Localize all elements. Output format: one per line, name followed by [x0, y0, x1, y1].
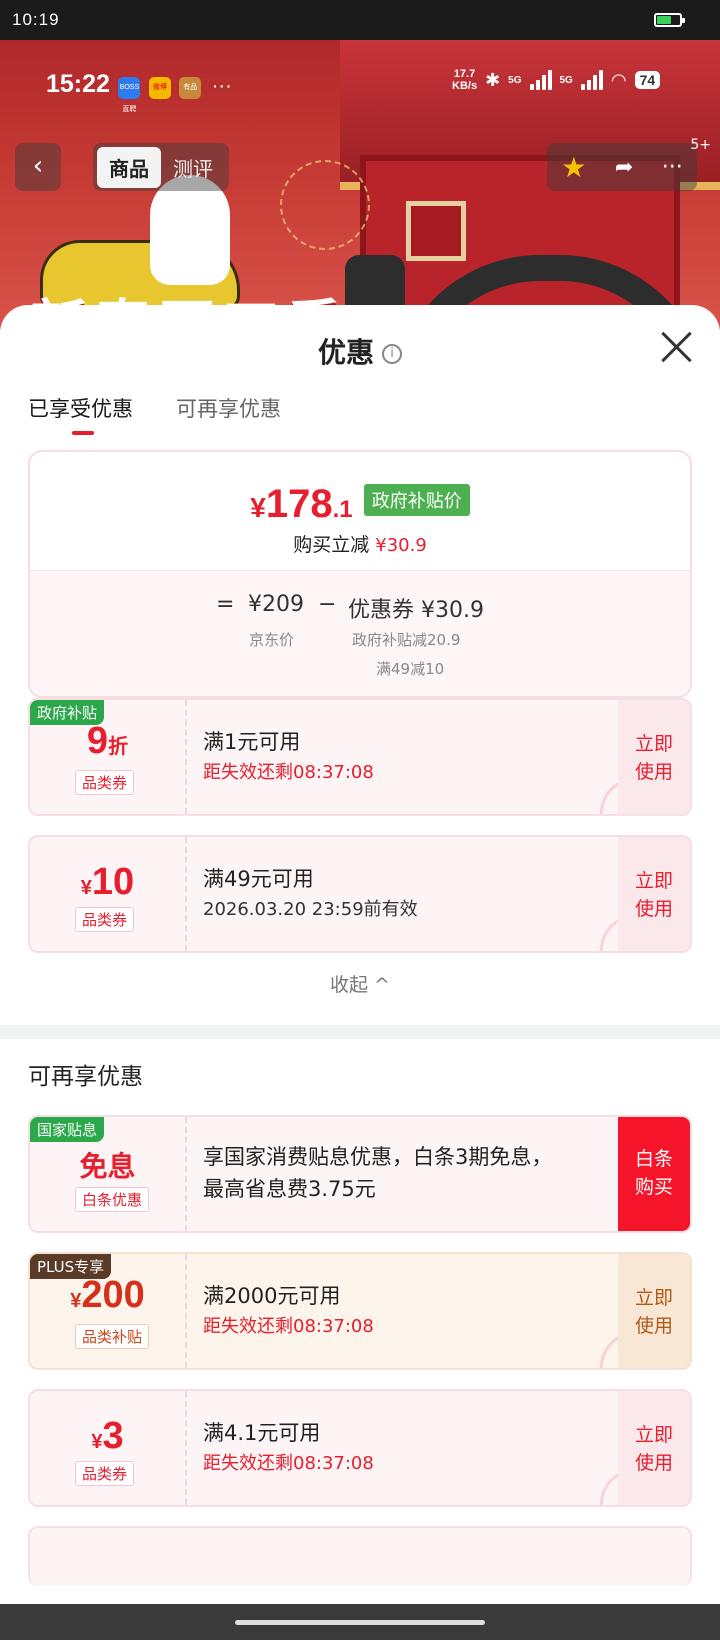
system-time: 10:19 — [12, 10, 60, 29]
more-dots-icon: ··· — [211, 75, 232, 97]
tab-more-discounts[interactable]: 可再享优惠 — [176, 393, 281, 423]
coupon-kind: 品类券 — [75, 1461, 135, 1486]
coupon-value: 9折 — [86, 720, 129, 762]
coupon-value: ¥10 — [80, 861, 135, 903]
baitiao-buy-button[interactable]: 白条 购买 — [618, 1117, 690, 1231]
tab-enjoyed-discounts[interactable]: 已享受优惠 — [28, 393, 133, 435]
signal-icon-2 — [580, 70, 603, 90]
mascot-graphic — [150, 175, 230, 285]
gov-subsidy-detail: 政府补贴减20.9 — [352, 631, 461, 649]
coupon-tag: 国家贴息 — [30, 1117, 105, 1142]
battery-icon — [654, 13, 685, 27]
overlay-time: 15:22 — [46, 70, 110, 98]
share-icon[interactable]: ➦ — [615, 155, 633, 180]
use-now-button[interactable]: 立即 使用 — [618, 837, 690, 951]
coupon-countdown: 距失效还剩08:37:08 — [203, 1316, 374, 1337]
sheet-title: 优惠 i — [0, 331, 720, 371]
jd-price: ¥209 — [248, 592, 304, 617]
coupon-total: 优惠券 ¥30.9 — [348, 598, 484, 623]
bluetooth-icon: ✱ — [485, 69, 501, 90]
coupon-condition: 满1元可用 — [203, 730, 301, 754]
coupon-value: ¥3 — [91, 1415, 124, 1457]
tab-product[interactable]: 商品 — [97, 146, 161, 188]
coupon-card: 政府补贴 9折 品类券 满1元可用 距失效还剩08:37:08 已领 立即 使用 — [28, 698, 692, 816]
top-action-group: ★ ➦ ··· 5+ — [547, 137, 711, 191]
discount-sheet: 优惠 i 已享受优惠 可再享优惠 ¥178.1 政府补贴价 购买立减 ¥30.9 … — [0, 305, 720, 1605]
coupon-kind: 白条优惠 — [75, 1187, 150, 1212]
price-summary-card: ¥178.1 政府补贴价 购买立减 ¥30.9 = ¥209 − 优惠券 ¥30… — [28, 450, 692, 698]
coupon-countdown: 距失效还剩08:37:08 — [203, 1453, 374, 1474]
boss-app-icon: BOSS直聘 — [118, 76, 141, 113]
product-tabs: 商品 测评 — [93, 143, 229, 191]
home-indicator[interactable] — [235, 1620, 485, 1625]
close-icon[interactable] — [660, 331, 692, 363]
coupon-kind: 品类券 — [75, 770, 135, 795]
message-badge: 5+ — [690, 137, 711, 153]
coupon-card-partial — [28, 1526, 692, 1586]
favorite-star-icon[interactable]: ★ — [561, 151, 586, 184]
tab-review[interactable]: 测评 — [161, 147, 225, 188]
full-reduction-detail: 满49减10 — [376, 660, 445, 678]
minus-sign: − — [318, 592, 337, 617]
gov-subsidy-badge: 政府补贴价 — [363, 484, 470, 516]
coupon-condition: 满4.1元可用 — [203, 1421, 321, 1445]
gesture-bar — [0, 1604, 720, 1640]
use-now-button[interactable]: 立即 使用 — [618, 1391, 690, 1505]
network-5g-label-2: 5G — [559, 74, 573, 86]
product-topnav: ‹ 商品 测评 ★ ➦ ··· 5+ — [15, 137, 711, 191]
coupon-description: 享国家消费贴息优惠，白条3期免息，最高省息费3.75元 — [203, 1145, 553, 1201]
coupon-card: 国家贴息 免息 白条优惠 享国家消费贴息优惠，白条3期免息，最高省息费3.75元… — [28, 1115, 692, 1233]
equals-sign: = — [216, 592, 235, 617]
coupon-condition: 满49元可用 — [203, 867, 314, 891]
net-speed: 17.7 KB/s — [452, 68, 478, 92]
coupon-value: 免息 — [79, 1150, 136, 1183]
section-title: 可再享优惠 — [28, 1064, 143, 1090]
signal-icon — [529, 70, 552, 90]
jd-price-label: 京东价 — [249, 631, 295, 649]
coupon-expiry: 2026.03.20 23:59前有效 — [203, 899, 418, 920]
coupon-card: ¥3 品类券 满4.1元可用 距失效还剩08:37:08 已领 立即 使用 — [28, 1389, 692, 1507]
coupon-value: ¥200 — [70, 1274, 145, 1316]
purchase-reduction: 购买立减 ¥30.9 — [293, 534, 427, 556]
info-icon[interactable]: i — [382, 344, 402, 364]
youpin-app-icon: 有品 — [179, 76, 202, 99]
network-5g-label: 5G — [508, 74, 522, 86]
back-button[interactable]: ‹ — [15, 143, 61, 191]
final-price: ¥178.1 — [250, 482, 353, 526]
collapse-toggle[interactable]: 收起 ^ — [0, 970, 720, 997]
wifi-icon: ◠ — [610, 69, 627, 90]
coupon-card: ¥10 品类券 满49元可用 2026.03.20 23:59前有效 已领 立即… — [28, 835, 692, 953]
overlay-status-left: 15:22 BOSS直聘 微博 有品 ··· — [46, 70, 232, 113]
overlay-status-right: 17.7 KB/s ✱ 5G 5G ◠ 74 — [452, 68, 661, 92]
coupon-card: PLUS专享 ¥200 品类补贴 满2000元可用 距失效还剩08:37:08 … — [28, 1252, 692, 1370]
system-status-bar: 10:19 — [0, 0, 720, 40]
use-now-button[interactable]: 立即 使用 — [618, 1254, 690, 1368]
coupon-kind: 品类券 — [75, 907, 135, 932]
battery-level: 74 — [634, 71, 661, 89]
more-icon[interactable]: ··· — [662, 155, 683, 180]
use-now-button[interactable]: 立即 使用 — [618, 700, 690, 814]
coupon-condition: 满2000元可用 — [203, 1284, 341, 1308]
coupon-countdown: 距失效还剩08:37:08 — [203, 762, 374, 783]
coupon-kind: 品类补贴 — [75, 1324, 150, 1349]
weibo-app-icon: 微博 — [148, 76, 171, 99]
